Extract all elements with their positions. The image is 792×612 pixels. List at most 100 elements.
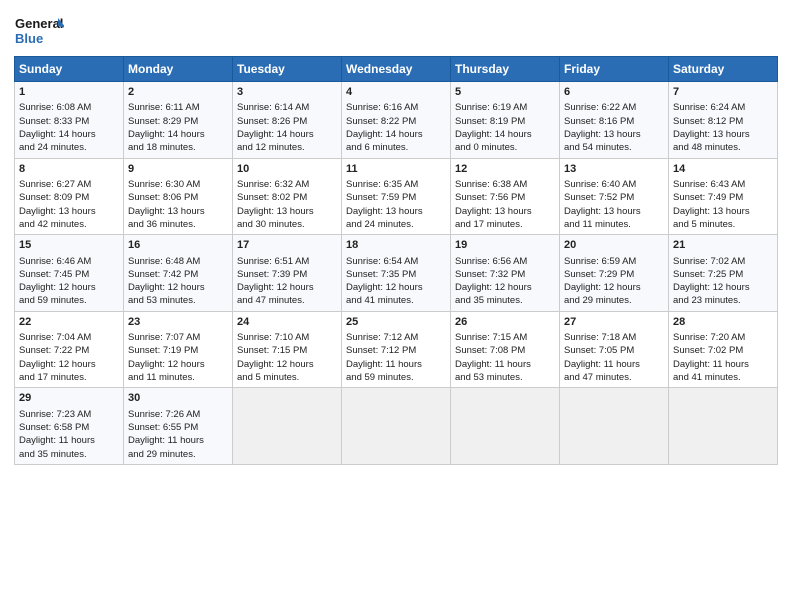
day-info-line: Daylight: 14 hours [237,128,337,141]
day-info-line: Sunrise: 6:14 AM [237,101,337,114]
day-info-line: and 59 minutes. [19,294,119,307]
day-info-line: Daylight: 13 hours [673,128,773,141]
day-info-line: Sunrise: 6:19 AM [455,101,555,114]
day-info-line: and 23 minutes. [673,294,773,307]
day-info-line: Sunrise: 7:26 AM [128,408,228,421]
day-info-line: Sunrise: 6:22 AM [564,101,664,114]
day-info-line: Sunset: 7:15 PM [237,344,337,357]
day-info-line: Sunset: 7:08 PM [455,344,555,357]
day-number: 11 [346,162,446,177]
day-info-line: and 47 minutes. [564,371,664,384]
day-info-line: Sunrise: 6:24 AM [673,101,773,114]
header-cell-friday: Friday [560,57,669,82]
cell-2-6: 13Sunrise: 6:40 AMSunset: 7:52 PMDayligh… [560,158,669,235]
day-info-line: Sunset: 7:56 PM [455,191,555,204]
header-cell-tuesday: Tuesday [233,57,342,82]
day-number: 5 [455,85,555,100]
cell-2-1: 8Sunrise: 6:27 AMSunset: 8:09 PMDaylight… [15,158,124,235]
svg-text:General: General [15,16,63,31]
cell-3-5: 19Sunrise: 6:56 AMSunset: 7:32 PMDayligh… [451,235,560,312]
day-info-line: and 54 minutes. [564,141,664,154]
day-info-line: and 17 minutes. [455,218,555,231]
day-info-line: Daylight: 13 hours [564,128,664,141]
day-info-line: Sunrise: 6:38 AM [455,178,555,191]
cell-2-7: 14Sunrise: 6:43 AMSunset: 7:49 PMDayligh… [669,158,778,235]
day-number: 28 [673,315,773,330]
day-number: 2 [128,85,228,100]
day-info-line: Daylight: 11 hours [346,358,446,371]
day-info-line: Sunrise: 6:40 AM [564,178,664,191]
day-number: 8 [19,162,119,177]
day-info-line: Sunrise: 6:54 AM [346,255,446,268]
day-info-line: Daylight: 11 hours [128,434,228,447]
day-number: 20 [564,238,664,253]
cell-1-7: 7Sunrise: 6:24 AMSunset: 8:12 PMDaylight… [669,82,778,159]
cell-1-5: 5Sunrise: 6:19 AMSunset: 8:19 PMDaylight… [451,82,560,159]
cell-5-4 [342,388,451,465]
day-info-line: Sunset: 7:35 PM [346,268,446,281]
cell-2-5: 12Sunrise: 6:38 AMSunset: 7:56 PMDayligh… [451,158,560,235]
day-info-line: and 5 minutes. [237,371,337,384]
week-row-5: 29Sunrise: 7:23 AMSunset: 6:58 PMDayligh… [15,388,778,465]
day-number: 3 [237,85,337,100]
day-info-line: Daylight: 12 hours [19,358,119,371]
cell-1-6: 6Sunrise: 6:22 AMSunset: 8:16 PMDaylight… [560,82,669,159]
day-info-line: Sunrise: 7:02 AM [673,255,773,268]
header-cell-wednesday: Wednesday [342,57,451,82]
day-number: 24 [237,315,337,330]
header: General Blue [14,10,778,50]
day-info-line: Daylight: 13 hours [564,205,664,218]
day-info-line: and 53 minutes. [128,294,228,307]
day-info-line: Daylight: 12 hours [19,281,119,294]
day-number: 26 [455,315,555,330]
cell-1-3: 3Sunrise: 6:14 AMSunset: 8:26 PMDaylight… [233,82,342,159]
calendar-table: SundayMondayTuesdayWednesdayThursdayFrid… [14,56,778,465]
cell-3-7: 21Sunrise: 7:02 AMSunset: 7:25 PMDayligh… [669,235,778,312]
day-number: 6 [564,85,664,100]
header-cell-thursday: Thursday [451,57,560,82]
day-number: 12 [455,162,555,177]
day-info-line: Sunrise: 6:08 AM [19,101,119,114]
week-row-4: 22Sunrise: 7:04 AMSunset: 7:22 PMDayligh… [15,311,778,388]
day-info-line: Sunrise: 6:35 AM [346,178,446,191]
day-info-line: and 11 minutes. [128,371,228,384]
day-info-line: Sunset: 7:42 PM [128,268,228,281]
header-row: SundayMondayTuesdayWednesdayThursdayFrid… [15,57,778,82]
day-info-line: Sunrise: 7:12 AM [346,331,446,344]
day-info-line: Sunrise: 7:07 AM [128,331,228,344]
header-cell-monday: Monday [124,57,233,82]
day-info-line: Sunset: 7:12 PM [346,344,446,357]
day-info-line: Sunrise: 6:11 AM [128,101,228,114]
day-info-line: Sunset: 7:52 PM [564,191,664,204]
day-info-line: Daylight: 12 hours [128,281,228,294]
day-info-line: Sunset: 7:59 PM [346,191,446,204]
day-info-line: Sunrise: 7:18 AM [564,331,664,344]
day-info-line: Sunset: 8:19 PM [455,115,555,128]
day-info-line: Daylight: 13 hours [19,205,119,218]
week-row-1: 1Sunrise: 6:08 AMSunset: 8:33 PMDaylight… [15,82,778,159]
day-number: 1 [19,85,119,100]
day-info-line: Daylight: 13 hours [346,205,446,218]
day-info-line: Sunrise: 6:46 AM [19,255,119,268]
cell-2-4: 11Sunrise: 6:35 AMSunset: 7:59 PMDayligh… [342,158,451,235]
day-info-line: Sunrise: 7:10 AM [237,331,337,344]
day-info-line: Sunrise: 6:32 AM [237,178,337,191]
day-number: 27 [564,315,664,330]
cell-2-3: 10Sunrise: 6:32 AMSunset: 8:02 PMDayligh… [233,158,342,235]
day-info-line: and 36 minutes. [128,218,228,231]
cell-5-6 [560,388,669,465]
day-info-line: Daylight: 14 hours [128,128,228,141]
day-info-line: Daylight: 11 hours [455,358,555,371]
day-info-line: Daylight: 13 hours [128,205,228,218]
day-info-line: Sunrise: 7:04 AM [19,331,119,344]
day-info-line: Daylight: 12 hours [237,281,337,294]
day-number: 19 [455,238,555,253]
day-number: 18 [346,238,446,253]
day-info-line: Sunrise: 7:20 AM [673,331,773,344]
day-number: 7 [673,85,773,100]
day-info-line: Sunset: 8:29 PM [128,115,228,128]
day-info-line: Sunset: 7:45 PM [19,268,119,281]
cell-3-3: 17Sunrise: 6:51 AMSunset: 7:39 PMDayligh… [233,235,342,312]
day-info-line: Sunrise: 7:15 AM [455,331,555,344]
day-info-line: Daylight: 13 hours [673,205,773,218]
